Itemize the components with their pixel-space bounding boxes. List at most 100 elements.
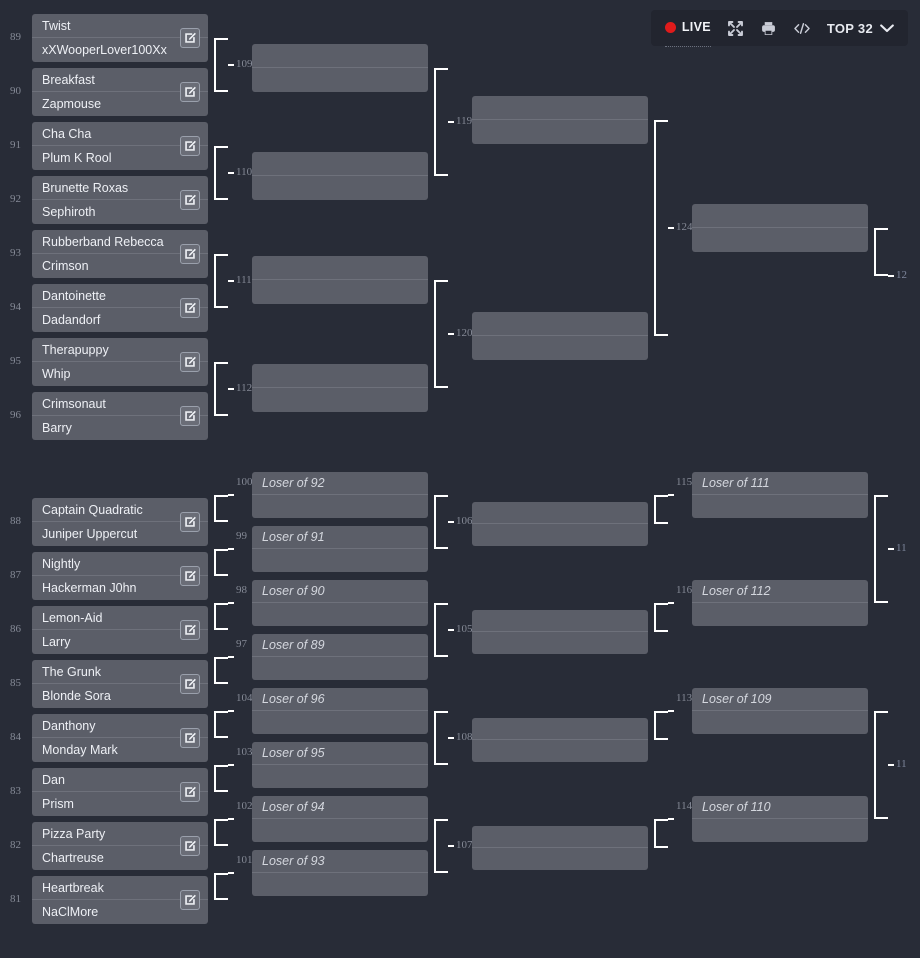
edit-pencil-icon[interactable]: [180, 244, 200, 264]
match-slot-top[interactable]: [252, 256, 428, 280]
match-slot-bottom[interactable]: [252, 495, 428, 518]
match-slot-top[interactable]: [252, 364, 428, 388]
edit-pencil-icon[interactable]: [180, 190, 200, 210]
match-slot-bottom[interactable]: [472, 848, 648, 870]
match-slot-bottom[interactable]: [472, 336, 648, 360]
match-116[interactable]: Loser of 112: [692, 580, 868, 626]
match-slot-bottom[interactable]: [252, 765, 428, 788]
match-slot-bottom[interactable]: [692, 603, 868, 626]
edit-pencil-icon[interactable]: [180, 674, 200, 694]
live-status-badge[interactable]: LIVE: [664, 9, 711, 47]
match-102[interactable]: Loser of 94: [252, 796, 428, 842]
match-96[interactable]: Crimsonaut Barry: [32, 392, 208, 440]
match-slot-top[interactable]: Loser of 111: [692, 472, 868, 495]
match-103[interactable]: Loser of 95: [252, 742, 428, 788]
match-119[interactable]: [472, 96, 648, 144]
match-slot-bottom[interactable]: [692, 228, 868, 252]
match-112[interactable]: [252, 364, 428, 412]
edit-pencil-icon[interactable]: [180, 298, 200, 318]
match-slot-top[interactable]: Loser of 90: [252, 580, 428, 603]
match-slot-bottom[interactable]: [252, 603, 428, 626]
match-95[interactable]: Therapuppy Whip: [32, 338, 208, 386]
match-slot-bottom[interactable]: [472, 524, 648, 546]
expand-icon[interactable]: [727, 10, 744, 46]
match-111[interactable]: [252, 256, 428, 304]
match-slot-bottom[interactable]: [472, 120, 648, 144]
match-81[interactable]: Heartbreak NaClMore: [32, 876, 208, 924]
match-slot-top[interactable]: Loser of 112: [692, 580, 868, 603]
match-82[interactable]: Pizza Party Chartreuse: [32, 822, 208, 870]
edit-pencil-icon[interactable]: [180, 836, 200, 856]
match-92[interactable]: Brunette Roxas Sephiroth: [32, 176, 208, 224]
match-slot-top[interactable]: Loser of 109: [692, 688, 868, 711]
match-101[interactable]: Loser of 93: [252, 850, 428, 896]
edit-pencil-icon[interactable]: [180, 890, 200, 910]
match-124[interactable]: [692, 204, 868, 252]
match-slot-top[interactable]: Loser of 89: [252, 634, 428, 657]
match-91[interactable]: Cha Cha Plum K Rool: [32, 122, 208, 170]
match-slot-top[interactable]: [472, 610, 648, 632]
match-114[interactable]: Loser of 110: [692, 796, 868, 842]
match-85[interactable]: The Grunk Blonde Sora: [32, 660, 208, 708]
match-slot-top[interactable]: Loser of 95: [252, 742, 428, 765]
edit-pencil-icon[interactable]: [180, 136, 200, 156]
match-83[interactable]: Dan Prism: [32, 768, 208, 816]
match-slot-top[interactable]: Loser of 110: [692, 796, 868, 819]
match-115[interactable]: Loser of 111: [692, 472, 868, 518]
match-slot-top[interactable]: [472, 312, 648, 336]
match-slot-top[interactable]: [472, 718, 648, 740]
match-120[interactable]: [472, 312, 648, 360]
edit-pencil-icon[interactable]: [180, 566, 200, 586]
match-97[interactable]: Loser of 89: [252, 634, 428, 680]
match-slot-top[interactable]: [692, 204, 868, 228]
match-slot-top[interactable]: [252, 152, 428, 176]
match-84[interactable]: Danthony Monday Mark: [32, 714, 208, 762]
match-108[interactable]: [472, 718, 648, 762]
edit-pencil-icon[interactable]: [180, 728, 200, 748]
match-slot-top[interactable]: [472, 826, 648, 848]
match-93[interactable]: Rubberband Rebecca Crimson: [32, 230, 208, 278]
edit-pencil-icon[interactable]: [180, 782, 200, 802]
match-slot-top[interactable]: Loser of 92: [252, 472, 428, 495]
match-106[interactable]: [472, 502, 648, 546]
edit-pencil-icon[interactable]: [180, 620, 200, 640]
match-slot-bottom[interactable]: [252, 549, 428, 572]
match-98[interactable]: Loser of 90: [252, 580, 428, 626]
match-slot-top[interactable]: [472, 96, 648, 120]
match-slot-bottom[interactable]: [692, 711, 868, 734]
match-100[interactable]: Loser of 92: [252, 472, 428, 518]
match-slot-top[interactable]: Loser of 96: [252, 688, 428, 711]
match-slot-top[interactable]: Loser of 93: [252, 850, 428, 873]
match-109[interactable]: [252, 44, 428, 92]
match-slot-bottom[interactable]: [472, 632, 648, 654]
match-slot-bottom[interactable]: [252, 280, 428, 304]
edit-pencil-icon[interactable]: [180, 352, 200, 372]
match-105[interactable]: [472, 610, 648, 654]
edit-pencil-icon[interactable]: [180, 28, 200, 48]
code-icon[interactable]: [793, 10, 811, 46]
match-slot-bottom[interactable]: [252, 68, 428, 92]
match-slot-bottom[interactable]: [252, 819, 428, 842]
match-slot-bottom[interactable]: [252, 176, 428, 200]
match-104[interactable]: Loser of 96: [252, 688, 428, 734]
match-107[interactable]: [472, 826, 648, 870]
match-113[interactable]: Loser of 109: [692, 688, 868, 734]
match-88[interactable]: Captain Quadratic Juniper Uppercut: [32, 498, 208, 546]
edit-pencil-icon[interactable]: [180, 512, 200, 532]
phase-select[interactable]: TOP 32: [827, 10, 894, 46]
match-slot-bottom[interactable]: [252, 388, 428, 412]
match-89[interactable]: Twist xXWooperLover100Xx: [32, 14, 208, 62]
edit-pencil-icon[interactable]: [180, 82, 200, 102]
match-90[interactable]: Breakfast Zapmouse: [32, 68, 208, 116]
match-slot-bottom[interactable]: [472, 740, 648, 762]
match-94[interactable]: Dantoinette Dadandorf: [32, 284, 208, 332]
match-slot-top[interactable]: Loser of 94: [252, 796, 428, 819]
match-110[interactable]: [252, 152, 428, 200]
match-99[interactable]: Loser of 91: [252, 526, 428, 572]
print-icon[interactable]: [760, 10, 777, 46]
match-slot-bottom[interactable]: [692, 819, 868, 842]
match-slot-bottom[interactable]: [252, 711, 428, 734]
match-slot-bottom[interactable]: [692, 495, 868, 518]
edit-pencil-icon[interactable]: [180, 406, 200, 426]
match-86[interactable]: Lemon-Aid Larry: [32, 606, 208, 654]
